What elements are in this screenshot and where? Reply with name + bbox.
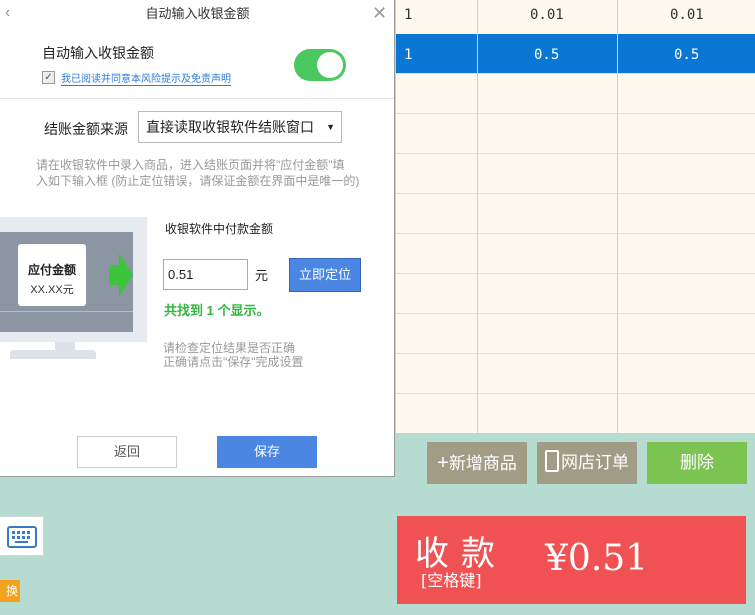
instruction-line: 请在收银软件中录入商品，进入结账页面并将"应付金额"填 bbox=[36, 158, 345, 172]
column-divider bbox=[477, 0, 478, 433]
agree-checkbox[interactable]: ✓ bbox=[42, 71, 55, 84]
found-result-text: 共找到 1 个显示。 bbox=[164, 303, 270, 318]
table-row[interactable] bbox=[396, 194, 755, 234]
table-row[interactable] bbox=[396, 234, 755, 274]
auto-amount-dialog: 自动输入收银金额 ‹ ✕ 自动输入收银金额 ✓ 我已阅读并同意本风险提示及免责声… bbox=[0, 0, 395, 477]
price-cell: 0.5 bbox=[534, 47, 560, 63]
table-row[interactable] bbox=[396, 394, 755, 434]
payment-amount-label: 收银软件中付款金额 bbox=[165, 222, 274, 236]
screen-line bbox=[0, 311, 133, 312]
phone-icon bbox=[545, 450, 559, 472]
payable-card-title: 应付金额 bbox=[27, 263, 76, 277]
table-row[interactable] bbox=[396, 274, 755, 314]
currency-unit: 元 bbox=[255, 268, 269, 283]
table-row-selected[interactable]: 1 0.5 0.5 bbox=[396, 34, 755, 74]
disclaimer-link[interactable]: 我已阅读并同意本风险提示及免责声明 bbox=[61, 70, 231, 86]
add-product-button[interactable]: +新增商品 bbox=[427, 442, 527, 484]
save-button[interactable]: 保存 bbox=[217, 436, 317, 468]
column-divider bbox=[617, 0, 618, 433]
instruction-line: 入如下输入框 (防止定位错误，请保证金额在界面中是唯一的) bbox=[36, 174, 360, 188]
amount-source-label: 结账金额来源 bbox=[44, 121, 128, 137]
table-row[interactable] bbox=[396, 314, 755, 354]
keyboard-button[interactable] bbox=[0, 516, 44, 556]
verify-hint: 请检查定位结果是否正确 正确请点击"保存"完成设置 bbox=[163, 341, 304, 369]
table-row[interactable] bbox=[396, 114, 755, 154]
checkout-button[interactable]: 收款 [空格键] ¥0.51 bbox=[397, 516, 746, 604]
verify-hint-line: 请检查定位结果是否正确 bbox=[163, 341, 296, 355]
payable-card-value: XX.XX元 bbox=[30, 284, 74, 296]
verify-hint-line: 正确请点击"保存"完成设置 bbox=[163, 355, 304, 369]
monitor-base bbox=[10, 350, 96, 359]
table-row[interactable] bbox=[396, 154, 755, 194]
switch-tag[interactable]: 换 bbox=[0, 580, 20, 602]
plus-icon: + bbox=[437, 452, 449, 474]
instruction-text: 请在收银软件中录入商品，进入结账页面并将"应付金额"填 入如下输入框 (防止定位… bbox=[36, 157, 366, 189]
shop-orders-label: 网店订单 bbox=[561, 453, 629, 472]
subtotal-cell: 0.5 bbox=[674, 47, 700, 63]
amount-source-value: 直接读取收银软件结账窗口 bbox=[146, 119, 314, 135]
auto-input-label: 自动输入收银金额 bbox=[42, 45, 154, 61]
back-button[interactable]: 返回 bbox=[77, 436, 177, 468]
shop-orders-button[interactable]: 网店订单 bbox=[537, 442, 637, 484]
locate-now-button[interactable]: 立即定位 bbox=[289, 258, 361, 292]
spacebar-hint: [空格键] bbox=[421, 571, 482, 590]
auto-input-toggle[interactable] bbox=[294, 49, 346, 81]
table-row[interactable] bbox=[396, 74, 755, 114]
delete-button[interactable]: 删除 bbox=[647, 442, 747, 484]
table-row[interactable] bbox=[396, 354, 755, 394]
back-arrow-icon[interactable]: ‹ bbox=[5, 4, 10, 22]
add-product-label: 新增商品 bbox=[448, 454, 517, 473]
monitor-stand bbox=[55, 342, 75, 350]
payment-amount-input[interactable]: 0.51 bbox=[163, 259, 248, 290]
dialog-title: 自动输入收银金额 bbox=[145, 6, 250, 21]
close-icon[interactable]: ✕ bbox=[372, 3, 387, 24]
toggle-knob bbox=[317, 52, 343, 78]
payable-card: 应付金额 XX.XX元 bbox=[18, 244, 86, 306]
product-table: 1 0.01 0.01 1 0.5 0.5 bbox=[396, 0, 755, 433]
divider bbox=[0, 98, 394, 99]
total-amount: ¥0.51 bbox=[545, 538, 649, 579]
caret-down-icon: ▼ bbox=[326, 122, 335, 132]
green-arrow-icon bbox=[109, 253, 133, 297]
keyboard-icon bbox=[7, 526, 37, 548]
quantity-cell: 1 bbox=[404, 47, 413, 63]
amount-source-select[interactable]: 直接读取收银软件结账窗口 ▼ bbox=[138, 111, 342, 143]
